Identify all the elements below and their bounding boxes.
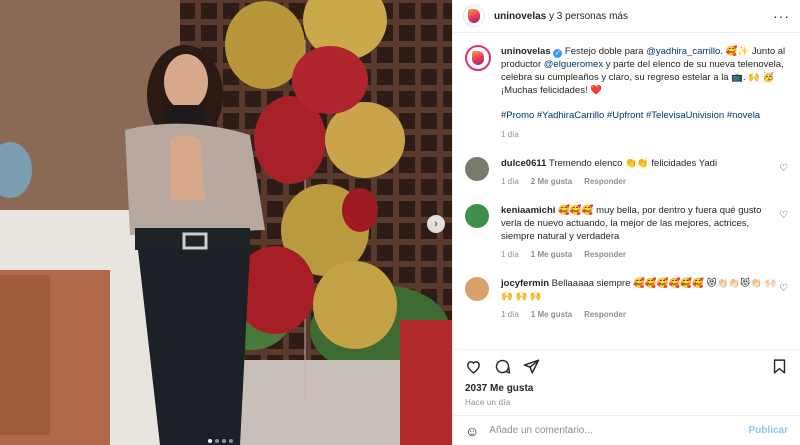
comment-icon[interactable] xyxy=(494,358,511,375)
more-horizontal-icon[interactable]: ··· xyxy=(773,8,790,24)
list-item: keniaamichi 🥰🥰🥰 muy bella, por dentro y … xyxy=(465,204,790,261)
comment-input[interactable] xyxy=(489,425,749,436)
list-item: dulce0611 Tremendo elenco 👏👏 felicidades… xyxy=(465,157,790,188)
avatar[interactable] xyxy=(463,5,485,27)
caption-mention[interactable]: @elgueromex xyxy=(544,59,603,70)
comment-username[interactable]: dulce0611 xyxy=(501,158,546,169)
caption-time: 1 día xyxy=(501,130,519,139)
post-time: Hace un día xyxy=(465,398,511,407)
heart-icon[interactable]: ♡ xyxy=(779,163,788,174)
caption-text: Festejo doble para xyxy=(562,46,647,57)
reply-button[interactable]: Responder xyxy=(584,248,626,261)
comments-list: uninovelas ✓ Festejo doble para @yadhira… xyxy=(453,33,800,349)
caption-hashtags[interactable]: #Promo #YadhiraCarrillo #Upfront #Televi… xyxy=(501,109,790,122)
comment-likes[interactable]: 2 Me gusta xyxy=(531,175,572,188)
comment-time: 1 día xyxy=(501,250,519,259)
post-side-panel: uninovelas y 3 personas más ··· uninovel… xyxy=(452,0,800,445)
heart-icon[interactable]: ♡ xyxy=(779,283,788,294)
caption-username[interactable]: uninovelas xyxy=(501,46,551,57)
likes-count[interactable]: 2037 Me gusta xyxy=(453,383,800,394)
author-username[interactable]: uninovelas xyxy=(494,11,546,22)
comment-time: 1 día xyxy=(501,177,519,186)
post-photo[interactable]: › xyxy=(0,0,452,445)
reply-button[interactable]: Responder xyxy=(584,308,626,321)
comment-username[interactable]: keniaamichi xyxy=(501,205,555,216)
post-caption: uninovelas ✓ Festejo doble para @yadhira… xyxy=(465,45,790,141)
comment-likes[interactable]: 1 Me gusta xyxy=(531,248,572,261)
comment-likes[interactable]: 1 Me gusta xyxy=(531,308,572,321)
collab-text[interactable]: y 3 personas más xyxy=(546,11,628,22)
post-comment-button[interactable]: Publicar xyxy=(749,425,788,436)
comment-text: Tremendo elenco 👏👏 felicidades Yadi xyxy=(546,158,718,169)
caption-mention[interactable]: @yadhira_carrillo xyxy=(646,46,720,57)
uninovelas-logo xyxy=(472,51,484,65)
add-comment-bar: ☺ Publicar xyxy=(453,415,800,445)
next-photo-button[interactable]: › xyxy=(427,215,445,233)
post-header: uninovelas y 3 personas más ··· xyxy=(453,0,800,33)
carousel-dot xyxy=(215,439,219,443)
reply-button[interactable]: Responder xyxy=(584,175,626,188)
avatar[interactable] xyxy=(465,277,489,301)
heart-icon[interactable]: ♡ xyxy=(779,210,788,221)
carousel-dot xyxy=(208,439,212,443)
carousel-dot xyxy=(229,439,233,443)
carousel-dot xyxy=(222,439,226,443)
avatar[interactable] xyxy=(465,157,489,181)
heart-icon[interactable] xyxy=(465,358,482,375)
bookmark-icon[interactable] xyxy=(771,358,788,375)
smiley-icon[interactable]: ☺ xyxy=(465,423,479,439)
comment-time: 1 día xyxy=(501,310,519,319)
avatar[interactable] xyxy=(465,45,491,71)
carousel-dots xyxy=(208,439,233,443)
post-actions xyxy=(453,349,800,383)
post-authors: uninovelas y 3 personas más xyxy=(494,11,628,22)
avatar[interactable] xyxy=(465,204,489,228)
verified-badge-icon: ✓ xyxy=(553,49,563,58)
list-item: jocyfermin Bellaaaaa siempre 🥰🥰🥰🥰🥰🥰 😻👏🏻👏… xyxy=(465,277,790,321)
uninovelas-logo xyxy=(468,9,480,23)
photo-illustration xyxy=(0,0,452,445)
chevron-right-icon: › xyxy=(434,218,438,230)
share-icon[interactable] xyxy=(523,358,540,375)
comment-username[interactable]: jocyfermin xyxy=(501,278,549,289)
